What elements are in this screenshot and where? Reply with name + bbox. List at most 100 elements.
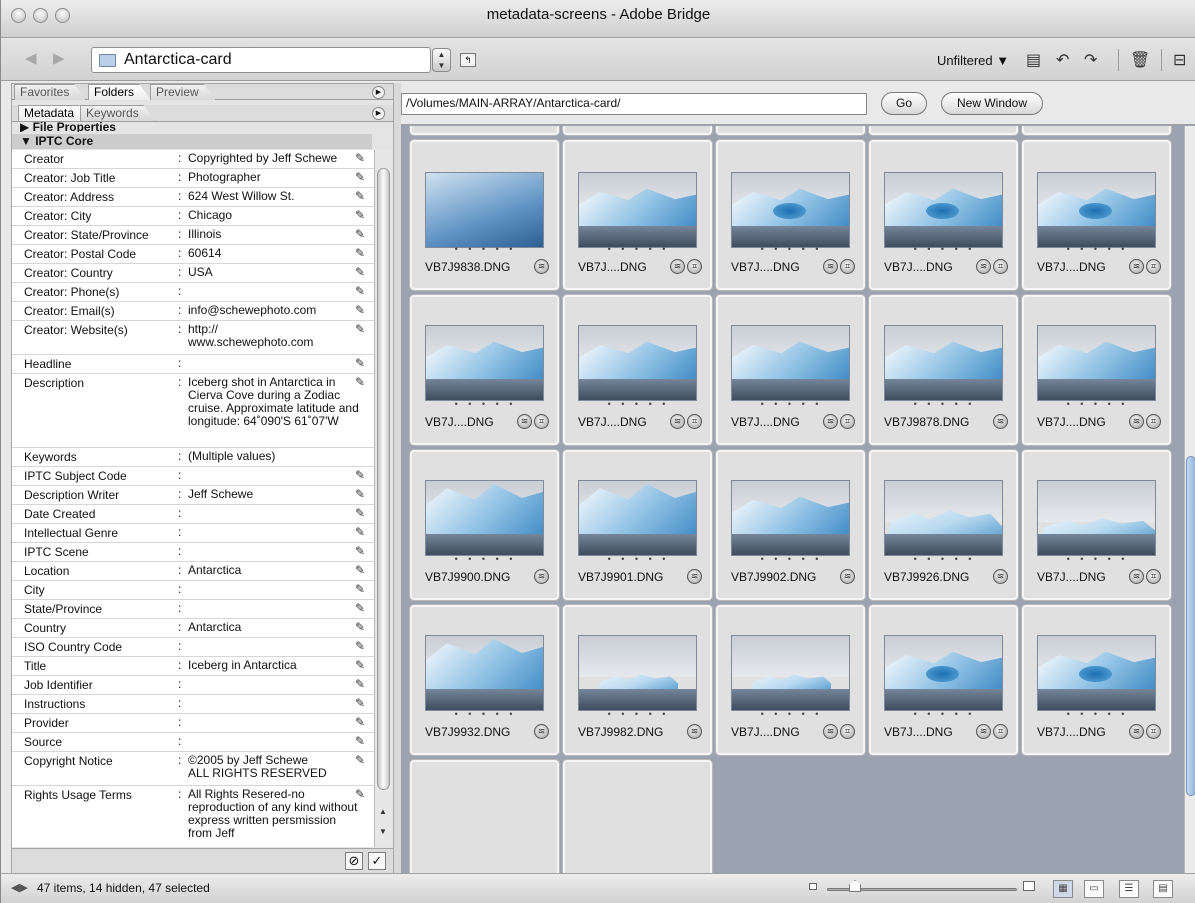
rating-dots[interactable]: • • • • • bbox=[410, 244, 561, 254]
thumbnail-cell[interactable]: • • • • • VB7J9926.DNG ≋ bbox=[868, 449, 1019, 601]
thumbnail-image[interactable] bbox=[731, 172, 850, 248]
metadata-value[interactable]: Jeff Schewe bbox=[188, 488, 360, 501]
filter-menu[interactable]: Unfiltered ▼ bbox=[937, 53, 1009, 68]
thumbnail-cell[interactable]: • • • • • VB7J....DNG ≋ ⌗ bbox=[562, 139, 713, 291]
metadata-value[interactable]: Antarctica bbox=[188, 564, 360, 577]
metadata-value[interactable]: ©2005 by Jeff Schewe ALL RIGHTS RESERVED bbox=[188, 754, 360, 780]
thumbnail-cell[interactable]: • • • • • VB7J9901.DNG ≋ bbox=[562, 449, 713, 601]
edit-pencil-icon[interactable]: ✎ bbox=[355, 696, 365, 710]
thumbnail-cell[interactable]: • • • • • VB7J....DNG ≋ ⌗ bbox=[868, 139, 1019, 291]
thumbnail-cell[interactable]: • • • • • VB7J....DNG ≋ ⌗ bbox=[1021, 604, 1172, 756]
panel-menu-icon[interactable]: ▶ bbox=[372, 86, 385, 99]
panel-splitter[interactable] bbox=[394, 83, 401, 873]
file-properties-header[interactable]: ▶ File Properties bbox=[12, 122, 372, 132]
rating-dots[interactable]: • • • • • bbox=[1022, 554, 1173, 564]
rating-dots[interactable]: • • • • • bbox=[563, 554, 714, 564]
thumbnail-image[interactable] bbox=[731, 325, 850, 401]
thumbnail-cell[interactable]: • • • • • VB7J....DNG ≋ ⌗ bbox=[409, 294, 560, 446]
rating-dots[interactable]: • • • • • bbox=[1022, 709, 1173, 719]
rating-dots[interactable]: • • • • • bbox=[563, 399, 714, 409]
thumbnails-view-icon[interactable]: ▦ bbox=[1053, 880, 1073, 898]
rating-dots[interactable]: • • • • • bbox=[716, 399, 867, 409]
thumbnail-cell[interactable] bbox=[715, 126, 866, 136]
metadata-value[interactable]: 60614 bbox=[188, 247, 360, 260]
edit-pencil-icon[interactable]: ✎ bbox=[355, 677, 365, 691]
thumbnail-cell[interactable] bbox=[562, 759, 713, 873]
details-view-icon[interactable]: ☰ bbox=[1119, 880, 1139, 898]
rating-dots[interactable]: • • • • • bbox=[869, 554, 1020, 564]
metadata-value[interactable]: All Rights Resered-no reproduction of an… bbox=[188, 788, 360, 840]
thumbnail-cell[interactable]: • • • • • VB7J9900.DNG ≋ bbox=[409, 449, 560, 601]
edit-pencil-icon[interactable]: ✎ bbox=[355, 563, 365, 577]
edit-pencil-icon[interactable]: ✎ bbox=[355, 620, 365, 634]
thumbnail-cell[interactable]: • • • • • VB7J....DNG ≋ ⌗ bbox=[868, 604, 1019, 756]
location-stepper[interactable]: ▲ ▼ bbox=[432, 48, 451, 72]
compact-mode-icon[interactable]: ⊟ bbox=[1173, 50, 1186, 70]
edit-pencil-icon[interactable]: ✎ bbox=[355, 189, 365, 203]
edit-pencil-icon[interactable]: ✎ bbox=[355, 506, 365, 520]
thumbnail-image[interactable] bbox=[884, 172, 1003, 248]
edit-pencil-icon[interactable]: ✎ bbox=[355, 753, 365, 767]
thumbnail-image[interactable] bbox=[731, 635, 850, 711]
thumbnail-image[interactable] bbox=[731, 480, 850, 556]
thumbnail-image[interactable] bbox=[884, 635, 1003, 711]
thumbnail-cell[interactable]: • • • • • VB7J....DNG ≋ ⌗ bbox=[715, 139, 866, 291]
thumbnail-cell[interactable]: • • • • • VB7J....DNG ≋ ⌗ bbox=[1021, 139, 1172, 291]
edit-pencil-icon[interactable]: ✎ bbox=[355, 715, 365, 729]
thumbnail-cell[interactable]: • • • • • VB7J....DNG ≋ ⌗ bbox=[562, 294, 713, 446]
thumbnail-cell[interactable]: • • • • • VB7J9878.DNG ≋ bbox=[868, 294, 1019, 446]
rotate-right-icon[interactable]: ↷ bbox=[1084, 50, 1097, 70]
thumbnail-image[interactable] bbox=[578, 172, 697, 248]
small-thumb-icon[interactable] bbox=[809, 883, 817, 890]
thumbnail-image[interactable] bbox=[425, 635, 544, 711]
edit-pencil-icon[interactable]: ✎ bbox=[355, 487, 365, 501]
metadata-value[interactable]: USA bbox=[188, 266, 360, 279]
location-popup[interactable]: Antarctica-card bbox=[91, 47, 431, 73]
thumbnail-image[interactable] bbox=[578, 480, 697, 556]
thumbnail-image[interactable] bbox=[1037, 325, 1156, 401]
thumbnail-cell[interactable]: • • • • • VB7J9902.DNG ≋ bbox=[715, 449, 866, 601]
edit-pencil-icon[interactable]: ✎ bbox=[355, 544, 365, 558]
rating-dots[interactable]: • • • • • bbox=[716, 709, 867, 719]
tab-preview[interactable]: Preview bbox=[150, 84, 216, 100]
panel-toggle-icon[interactable]: ◀▶ bbox=[11, 881, 28, 894]
rating-dots[interactable]: • • • • • bbox=[869, 244, 1020, 254]
new-folder-icon[interactable]: ▤ bbox=[1026, 50, 1041, 70]
thumbnail-cell[interactable] bbox=[1021, 126, 1172, 136]
metadata-value[interactable]: Photographer bbox=[188, 171, 360, 184]
thumbnail-image[interactable] bbox=[425, 480, 544, 556]
filmstrip-view-icon[interactable]: ▭ bbox=[1084, 880, 1104, 898]
metadata-value[interactable]: Chicago bbox=[188, 209, 360, 222]
rating-dots[interactable]: • • • • • bbox=[716, 244, 867, 254]
edit-pencil-icon[interactable]: ✎ bbox=[355, 227, 365, 241]
edit-pencil-icon[interactable]: ✎ bbox=[355, 303, 365, 317]
thumbnail-cell[interactable]: • • • • • VB7J9982.DNG ≋ bbox=[562, 604, 713, 756]
grid-scrollbar[interactable] bbox=[1184, 126, 1195, 873]
rating-dots[interactable]: • • • • • bbox=[1022, 399, 1173, 409]
thumbnail-cell[interactable]: • • • • • VB7J....DNG ≋ ⌗ bbox=[1021, 449, 1172, 601]
edit-pencil-icon[interactable]: ✎ bbox=[355, 525, 365, 539]
thumbnail-cell[interactable]: • • • • • VB7J....DNG ≋ ⌗ bbox=[1021, 294, 1172, 446]
thumbnail-cell[interactable] bbox=[409, 759, 560, 873]
thumbnail-cell[interactable] bbox=[868, 126, 1019, 136]
rating-dots[interactable]: • • • • • bbox=[869, 399, 1020, 409]
thumbnail-cell[interactable]: • • • • • VB7J9838.DNG ≋ bbox=[409, 139, 560, 291]
rating-dots[interactable]: • • • • • bbox=[1022, 244, 1173, 254]
tab-folders[interactable]: Folders bbox=[88, 84, 151, 100]
scroll-up-icon[interactable]: ▲ bbox=[379, 807, 387, 816]
large-thumb-icon[interactable] bbox=[1023, 881, 1035, 891]
metadata-value[interactable]: Antarctica bbox=[188, 621, 360, 634]
rating-dots[interactable]: • • • • • bbox=[563, 244, 714, 254]
edit-pencil-icon[interactable]: ✎ bbox=[355, 170, 365, 184]
thumbnail-cell[interactable]: • • • • • VB7J....DNG ≋ ⌗ bbox=[715, 294, 866, 446]
edit-pencil-icon[interactable]: ✎ bbox=[355, 468, 365, 482]
rating-dots[interactable]: • • • • • bbox=[716, 554, 867, 564]
thumbnail-cell[interactable] bbox=[562, 126, 713, 136]
metadata-value[interactable]: Illinois bbox=[188, 228, 360, 241]
edit-pencil-icon[interactable]: ✎ bbox=[355, 356, 365, 370]
cancel-edit-icon[interactable]: ⊘ bbox=[345, 852, 363, 870]
iptc-core-header[interactable]: ▼ IPTC Core bbox=[12, 134, 372, 149]
rating-dots[interactable]: • • • • • bbox=[563, 709, 714, 719]
edit-pencil-icon[interactable]: ✎ bbox=[355, 375, 365, 389]
thumbnail-cell[interactable]: • • • • • VB7J....DNG ≋ ⌗ bbox=[715, 604, 866, 756]
